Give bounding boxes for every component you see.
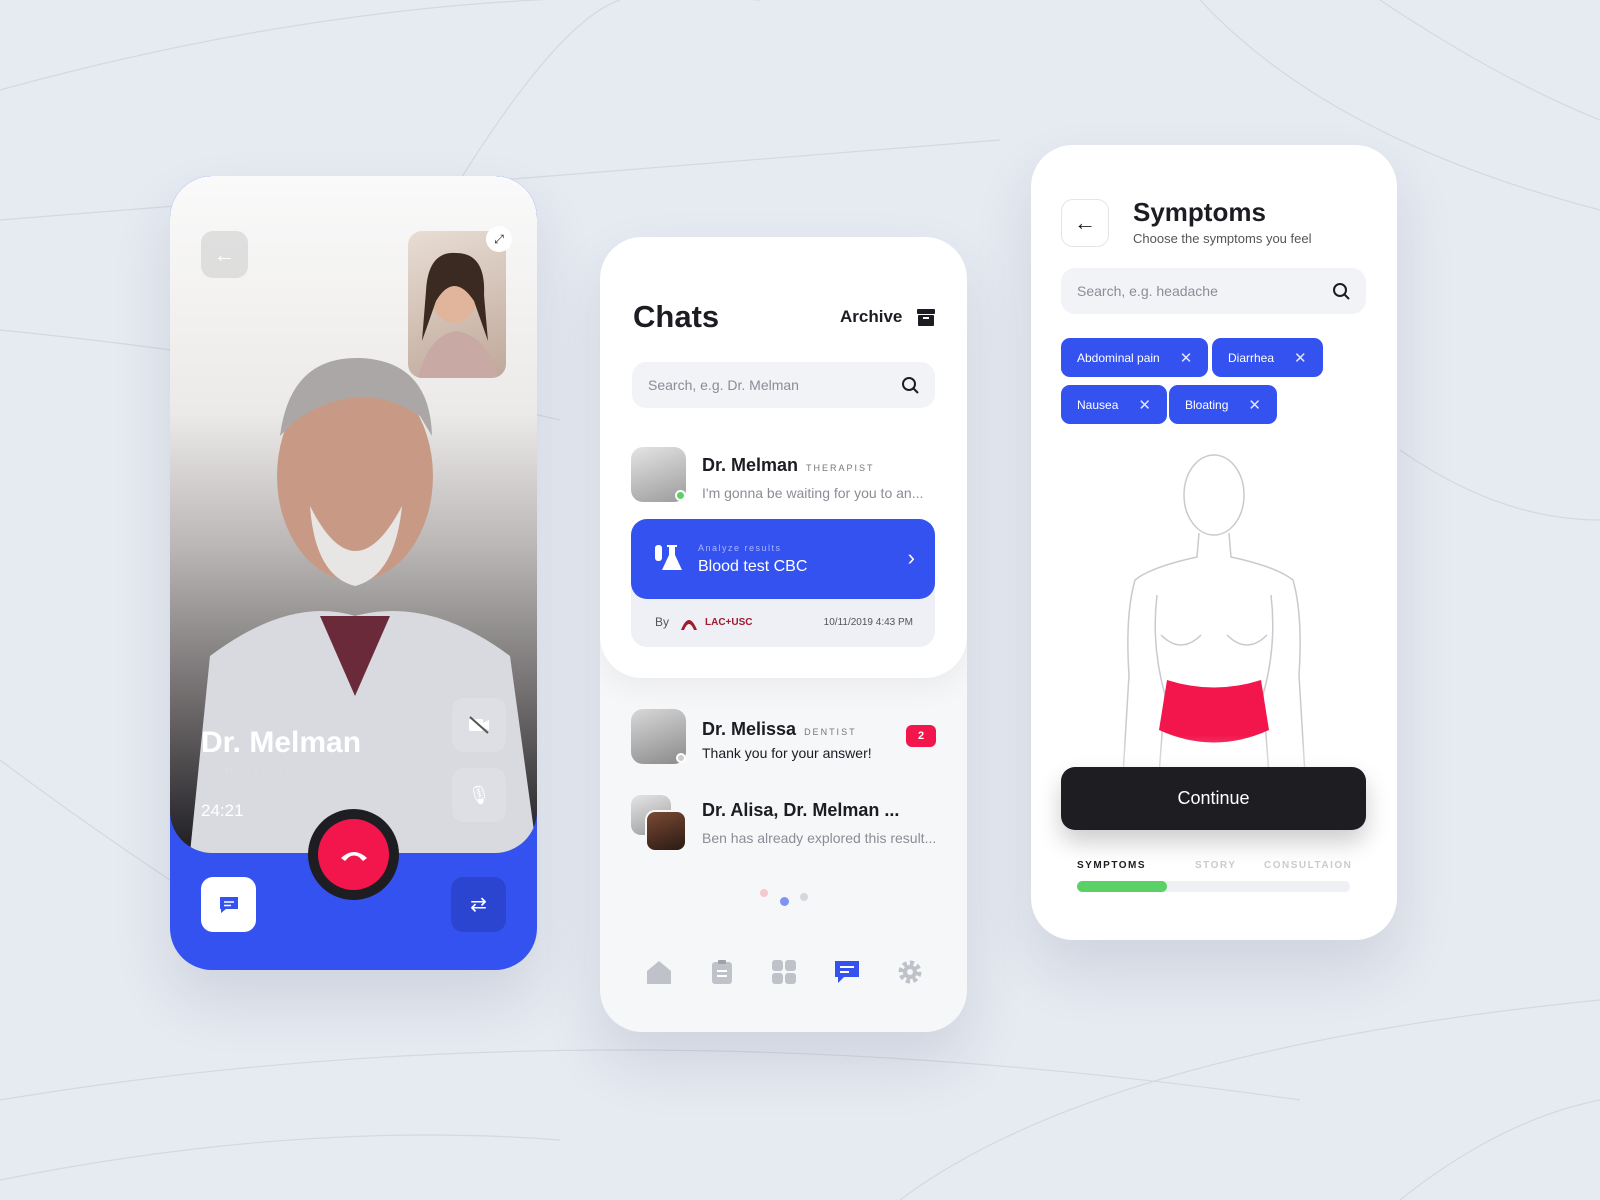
archive-box-icon (917, 309, 936, 326)
chat-search-input[interactable]: Search, e.g. Dr. Melman (632, 362, 935, 408)
symptoms-screen: ← Symptoms Choose the symptoms you feel … (1031, 145, 1397, 940)
blood-test-card[interactable]: Analyze results Blood test CBC › (631, 519, 935, 599)
lab-flask-icon (655, 545, 682, 570)
call-timer: 24:21 (201, 801, 244, 820)
arrow-left-icon: ← (1074, 210, 1096, 235)
search-icon (902, 377, 919, 394)
chat-name: Dr. Melman THERAPIST (702, 455, 875, 476)
close-icon[interactable]: ✕ (1138, 396, 1151, 414)
chip-diarrhea[interactable]: Diarrhea ✕ (1212, 338, 1323, 377)
chip-label: Diarrhea (1228, 350, 1275, 365)
by-label: By (655, 615, 670, 629)
abdomen-highlight[interactable] (1159, 680, 1269, 743)
page-title: Chats (633, 299, 720, 334)
search-placeholder: Search, e.g. Dr. Melman (648, 377, 799, 393)
close-icon[interactable]: ✕ (1180, 349, 1193, 367)
dot (800, 893, 808, 901)
chat-button[interactable] (201, 877, 256, 932)
symptom-search-input[interactable]: Search, e.g. headache (1061, 268, 1366, 314)
result-date: 10/11/2019 4:43 PM (823, 617, 913, 628)
doctor-role-text: THERAPIST (217, 766, 292, 777)
doctor-name: Dr. Melman (201, 726, 362, 759)
chat-bubble-icon (219, 896, 238, 913)
video-call-screen: ← ⤢ Dr. Melman — THERAPIST 24:21 🎙 ⇄ (170, 176, 537, 970)
back-button[interactable]: ← (1061, 199, 1109, 247)
chat-preview: Ben has already explored this result... (702, 830, 937, 846)
self-photo (418, 252, 498, 378)
chip-label: Bloating (1185, 397, 1229, 412)
online-indicator (675, 490, 686, 501)
lac-usc-logo (681, 620, 697, 630)
phone-hangup-icon (340, 851, 367, 861)
chat-preview: Thank you for your answer! (702, 745, 872, 761)
result-title: Blood test CBC (698, 558, 808, 575)
chat-name-text: Dr. Melman (702, 455, 799, 475)
chat-name: Dr. Alisa, Dr. Melman ... (702, 800, 900, 820)
result-label: Analyze results (698, 543, 782, 553)
gear-icon[interactable] (897, 959, 923, 985)
swap-icon: ⇄ (470, 894, 487, 916)
org-name: LAC+USC (705, 617, 753, 628)
mute-button[interactable]: 🎙 (452, 768, 506, 822)
body-diagram[interactable] (1111, 445, 1321, 775)
grid-icon[interactable] (771, 959, 797, 985)
page-title: Symptoms (1133, 197, 1266, 227)
camera-off-button[interactable] (452, 698, 506, 752)
chip-abdominal-pain[interactable]: Abdominal pain ✕ (1061, 338, 1209, 377)
progress-track (1077, 881, 1350, 892)
archive-button[interactable]: Archive (840, 307, 936, 327)
archive-label: Archive (840, 307, 903, 326)
close-icon[interactable]: ✕ (1248, 396, 1261, 414)
chat-icon[interactable] (834, 959, 860, 985)
chat-name: Dr. Melissa DENTIST (702, 719, 857, 740)
chevron-right-icon: › (907, 545, 915, 570)
video-off-icon (469, 716, 489, 734)
chip-label: Abdominal pain (1077, 350, 1160, 365)
hang-up-button[interactable] (318, 819, 389, 890)
continue-label: Continue (1177, 788, 1250, 808)
arrow-left-icon: ← (213, 241, 236, 267)
chat-name-text: Dr. Melissa (702, 719, 797, 739)
mic-off-icon: 🎙 (467, 784, 491, 805)
dot (760, 889, 768, 897)
doctor-role: — THERAPIST (201, 766, 292, 777)
search-icon (1333, 283, 1350, 300)
step-symptoms[interactable]: SYMPTOMS (1077, 860, 1146, 871)
chip-label: Nausea (1077, 397, 1119, 412)
switch-camera-button[interactable]: ⇄ (451, 877, 506, 932)
search-placeholder: Search, e.g. headache (1077, 283, 1218, 299)
unread-badge: 2 (906, 725, 936, 747)
step-consultation[interactable]: CONSULTAION (1264, 860, 1352, 871)
chat-role: DENTIST (804, 727, 857, 737)
chats-screen: Chats Archive Search, e.g. Dr. Melman Dr… (600, 237, 967, 1032)
back-button[interactable]: ← (201, 231, 248, 278)
step-story[interactable]: STORY (1195, 860, 1236, 871)
avatar (645, 810, 687, 852)
continue-button[interactable]: Continue (1061, 767, 1366, 830)
close-icon[interactable]: ✕ (1294, 349, 1307, 367)
offline-indicator (676, 753, 686, 763)
chat-preview: I'm gonna be waiting for you to an... (702, 485, 924, 501)
dot-active (780, 897, 789, 906)
expand-icon[interactable]: ⤢ (486, 226, 512, 252)
chat-role: THERAPIST (806, 463, 875, 473)
home-icon[interactable] (646, 959, 672, 985)
chip-bloating[interactable]: Bloating ✕ (1169, 385, 1277, 424)
page-subtitle: Choose the symptoms you feel (1133, 231, 1312, 246)
self-video-preview[interactable] (408, 231, 506, 378)
chip-nausea[interactable]: Nausea ✕ (1061, 385, 1167, 424)
clipboard-icon[interactable] (709, 959, 735, 985)
progress-fill (1077, 881, 1168, 892)
